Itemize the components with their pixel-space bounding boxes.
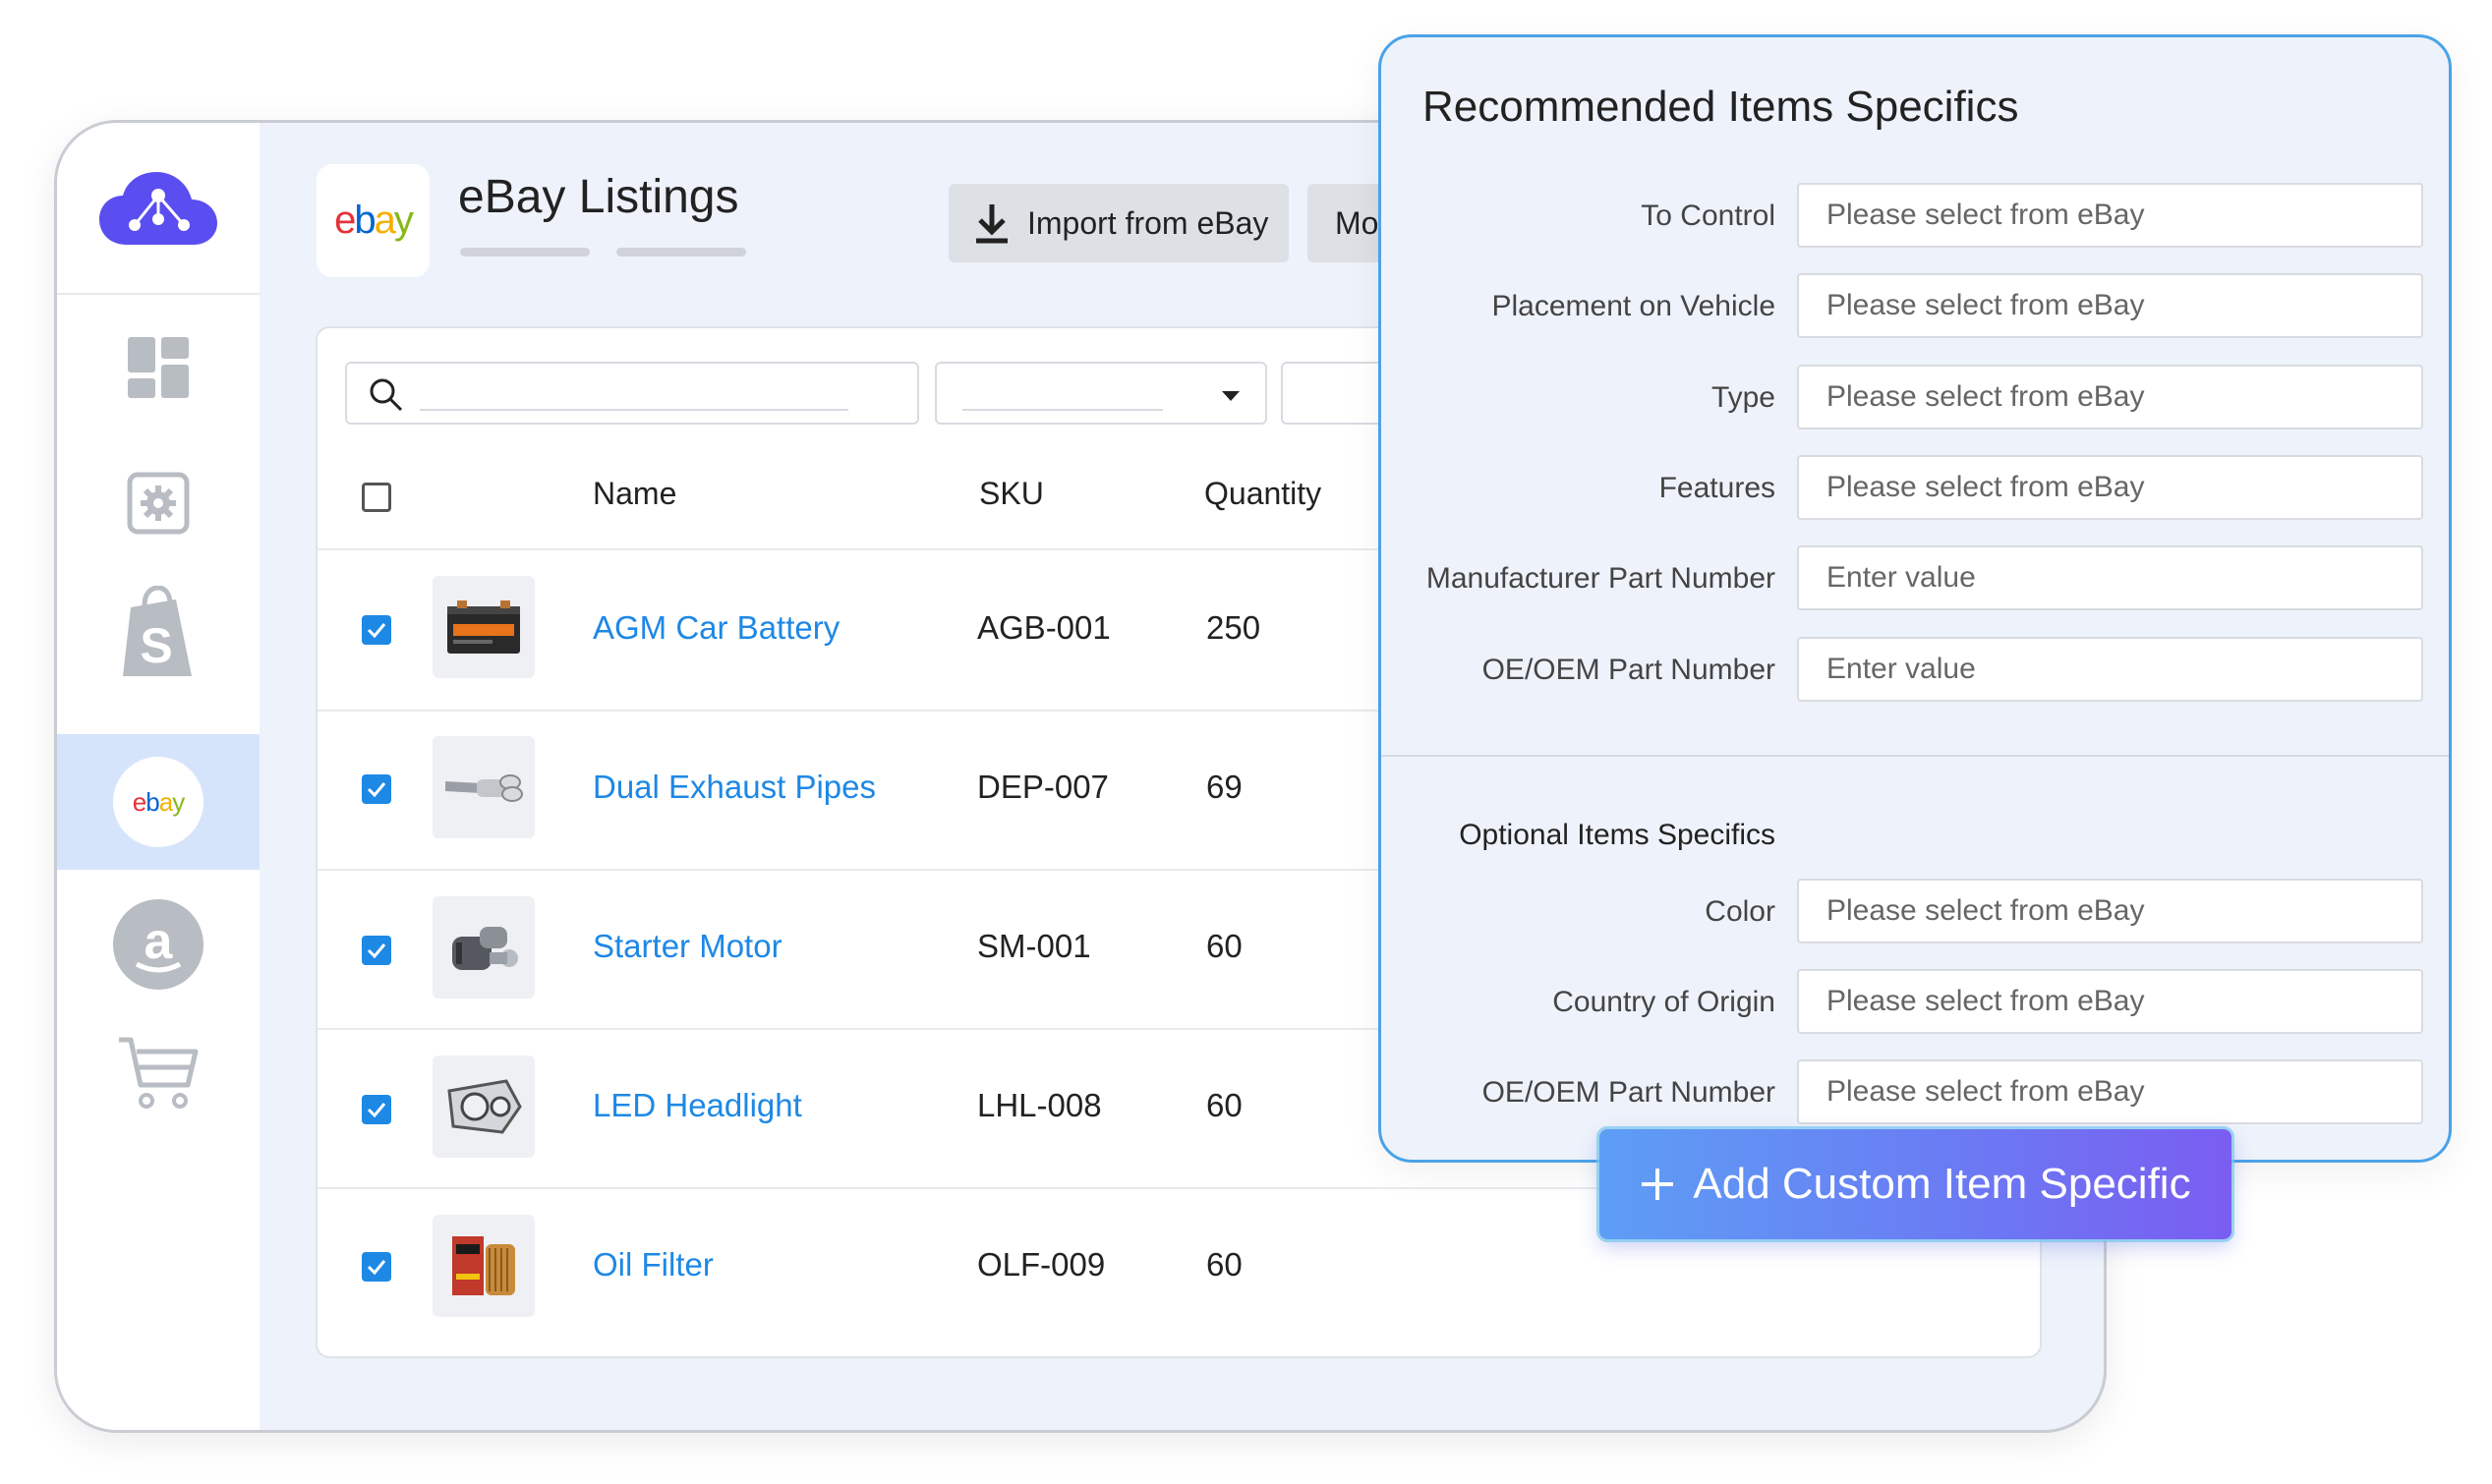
sidebar-item-amazon[interactable]: a [57, 877, 260, 1012]
shopify-icon: S [123, 586, 192, 676]
product-sku: LHL-008 [977, 1087, 1102, 1123]
column-header-quantity[interactable]: Quantity [1204, 476, 1321, 512]
spec-label: OE/OEM Part Number [1481, 654, 1775, 686]
spec-label: Manufacturer Part Number [1425, 562, 1775, 595]
spec-input-oe-oem-part-number[interactable]: Enter value [1797, 637, 2423, 702]
sidebar: S ebay a [57, 123, 260, 1430]
spec-select-to-control[interactable]: Please select from eBay [1797, 183, 2423, 248]
spec-select-features[interactable]: Please select from eBay [1797, 455, 2423, 520]
search-icon [370, 378, 403, 412]
panel-title: Recommended Items Specifics [1422, 83, 2019, 131]
spec-label: Placement on Vehicle [1491, 290, 1775, 322]
add-button-label: Add Custom Item Specific [1693, 1160, 2191, 1208]
row-checkbox[interactable] [362, 936, 391, 965]
more-button-label: Mo [1335, 204, 1379, 241]
checkmark-icon [367, 943, 386, 958]
page-title: eBay Listings [458, 171, 739, 223]
spec-select-placement-on-vehicle[interactable]: Please select from eBay [1797, 273, 2423, 338]
column-header-sku[interactable]: SKU [979, 476, 1044, 512]
checkmark-icon [367, 1103, 386, 1117]
ebay-icon: ebay [113, 757, 203, 847]
product-name-link[interactable]: AGM Car Battery [593, 609, 840, 647]
sidebar-item-ebay[interactable]: ebay [57, 734, 260, 870]
chevron-down-icon [1222, 391, 1240, 401]
product-name-link[interactable]: Dual Exhaust Pipes [593, 769, 876, 806]
checkmark-icon [367, 1260, 386, 1275]
search-underline [420, 409, 848, 411]
add-custom-item-specific-button[interactable]: Add Custom Item Specific [1599, 1129, 2231, 1239]
product-thumbnail [433, 896, 535, 999]
product-sku: DEP-007 [977, 769, 1109, 805]
svg-text:a: a [145, 913, 174, 970]
spec-label: To Control [1641, 200, 1775, 232]
svg-text:S: S [140, 618, 172, 673]
import-from-ebay-button[interactable]: Import from eBay [949, 184, 1289, 262]
optional-section-title: Optional Items Specifics [1459, 819, 1775, 851]
select-all-checkbox[interactable] [362, 483, 391, 512]
amazon-icon: a [113, 899, 203, 990]
product-name-link[interactable]: Starter Motor [593, 928, 782, 965]
product-name-link[interactable]: Oil Filter [593, 1246, 714, 1284]
ebay-logo: ebay [334, 199, 414, 242]
sidebar-item-dashboard[interactable] [57, 300, 260, 435]
product-thumbnail [433, 1215, 535, 1317]
spec-select-country-of-origin[interactable]: Please select from eBay [1797, 969, 2423, 1034]
row-checkbox[interactable] [362, 1252, 391, 1282]
product-quantity: 60 [1206, 1087, 1243, 1123]
dashboard-icon [128, 337, 189, 398]
spec-label: OE/OEM Part Number [1481, 1076, 1775, 1109]
spec-label: Type [1710, 381, 1775, 414]
search-input[interactable] [345, 362, 919, 425]
spec-select-optional-oe-oem-part-number[interactable]: Please select from eBay [1797, 1059, 2423, 1124]
plus-icon [1642, 1169, 1674, 1200]
filter-select[interactable] [935, 362, 1267, 425]
spec-select-color[interactable]: Please select from eBay [1797, 879, 2423, 943]
product-thumbnail [433, 736, 535, 838]
battery-icon [447, 600, 520, 654]
checkmark-icon [367, 623, 386, 638]
spec-select-type[interactable]: Please select from eBay [1797, 365, 2423, 429]
row-checkbox[interactable] [362, 774, 391, 804]
app-logo[interactable] [57, 123, 260, 295]
item-specifics-panel: Recommended Items Specifics To Control P… [1378, 34, 2452, 1163]
filter-underline [962, 409, 1163, 411]
product-sku: SM-001 [977, 928, 1091, 964]
product-quantity: 250 [1206, 609, 1261, 646]
headlight-icon [447, 1079, 522, 1134]
spec-input-manufacturer-part-number[interactable]: Enter value [1797, 545, 2423, 610]
cart-icon [119, 1037, 199, 1109]
download-icon [976, 204, 1008, 244]
spec-label: Country of Origin [1552, 986, 1775, 1018]
row-checkbox[interactable] [362, 1095, 391, 1124]
settings-icon [127, 472, 190, 535]
column-header-name[interactable]: Name [593, 476, 676, 512]
subtitle-placeholder-bar [616, 248, 746, 257]
exhaust-icon [445, 774, 523, 802]
product-quantity: 60 [1206, 928, 1243, 964]
product-thumbnail [433, 576, 535, 678]
ebay-logo-tile: ebay [317, 164, 430, 277]
sidebar-item-shopify[interactable]: S [57, 565, 260, 701]
product-sku: OLF-009 [977, 1246, 1106, 1283]
panel-divider [1381, 755, 2449, 757]
row-checkbox[interactable] [362, 615, 391, 645]
oil-filter-icon [452, 1236, 515, 1295]
spec-label: Color [1705, 895, 1775, 928]
product-quantity: 69 [1206, 769, 1243, 805]
cloud-network-logo-icon [99, 171, 217, 245]
product-name-link[interactable]: LED Headlight [593, 1087, 802, 1124]
product-quantity: 60 [1206, 1246, 1243, 1283]
checkmark-icon [367, 782, 386, 797]
sidebar-item-cart[interactable] [57, 1005, 260, 1141]
product-thumbnail [433, 1056, 535, 1158]
spec-label: Features [1658, 472, 1775, 504]
starter-motor-icon [452, 927, 518, 970]
sidebar-item-settings[interactable] [57, 435, 260, 571]
product-sku: AGB-001 [977, 609, 1111, 646]
subtitle-placeholder-bar [460, 248, 590, 257]
import-button-label: Import from eBay [1027, 204, 1269, 241]
